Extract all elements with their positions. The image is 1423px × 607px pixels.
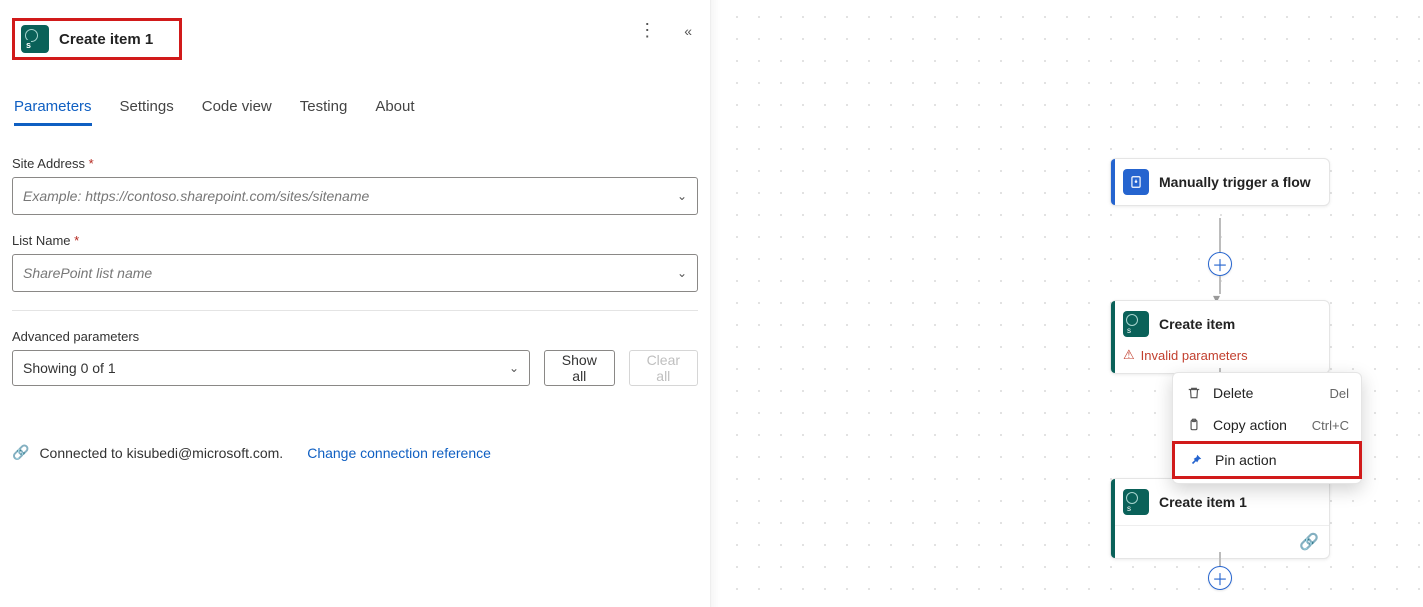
list-name-placeholder: SharePoint list name: [23, 265, 152, 281]
context-menu: Delete Del Copy action Ctrl+C Pin action: [1172, 372, 1362, 484]
action-config-panel: Create item 1 ⋮ « Parameters Settings Co…: [0, 0, 710, 607]
create-item-label: Create item: [1159, 316, 1235, 332]
chevron-down-icon: ⌄: [677, 266, 687, 280]
clipboard-icon: [1185, 418, 1203, 432]
sharepoint-icon: [1123, 311, 1149, 337]
list-name-input[interactable]: SharePoint list name ⌄: [12, 254, 698, 292]
connection-icon: 🔗: [1299, 532, 1319, 552]
divider: [12, 310, 698, 311]
collapse-panel-button[interactable]: «: [684, 23, 692, 39]
tab-parameters[interactable]: Parameters: [14, 98, 92, 126]
context-delete[interactable]: Delete Del: [1173, 377, 1361, 409]
create-item-1-label: Create item 1: [1159, 494, 1247, 510]
sharepoint-icon: [1123, 489, 1149, 515]
tab-settings[interactable]: Settings: [120, 98, 174, 126]
trash-icon: [1185, 386, 1203, 400]
site-address-input[interactable]: Example: https://contoso.sharepoint.com/…: [12, 177, 698, 215]
tab-strip: Parameters Settings Code view Testing Ab…: [12, 98, 698, 126]
tab-testing[interactable]: Testing: [300, 98, 348, 126]
add-action-button[interactable]: ＋: [1208, 566, 1232, 590]
clear-all-button: Clear all: [629, 350, 698, 386]
connector-line: [1219, 218, 1221, 252]
trigger-label: Manually trigger a flow: [1159, 174, 1311, 190]
tab-code-view[interactable]: Code view: [202, 98, 272, 126]
create-item-node[interactable]: Create item ⚠ Invalid parameters: [1110, 300, 1330, 374]
add-action-button[interactable]: ＋: [1208, 252, 1232, 276]
pin-icon: [1187, 453, 1205, 467]
tab-about[interactable]: About: [375, 98, 414, 126]
advanced-showing-text: Showing 0 of 1: [23, 360, 116, 376]
trigger-icon: [1123, 169, 1149, 195]
show-all-button[interactable]: Show all: [544, 350, 615, 386]
site-address-placeholder: Example: https://contoso.sharepoint.com/…: [23, 188, 369, 204]
advanced-parameters-select[interactable]: Showing 0 of 1 ⌄: [12, 350, 530, 386]
panel-title-highlight: Create item 1: [12, 18, 182, 60]
list-name-label: List Name *: [12, 233, 698, 248]
advanced-parameters-label: Advanced parameters: [12, 329, 698, 344]
more-menu-button[interactable]: ⋮: [638, 20, 656, 41]
connection-icon: 🔗: [12, 444, 29, 461]
connection-text: Connected to kisubedi@microsoft.com.: [39, 445, 283, 461]
panel-divider[interactable]: [710, 0, 720, 607]
site-address-label: Site Address *: [12, 156, 698, 171]
warning-icon: ⚠: [1123, 347, 1135, 363]
change-connection-link[interactable]: Change connection reference: [307, 445, 491, 461]
chevron-down-icon: ⌄: [677, 189, 687, 203]
chevron-down-icon: ⌄: [509, 361, 519, 375]
sharepoint-icon: [21, 25, 49, 53]
create-item-1-node[interactable]: Create item 1 🔗: [1110, 478, 1330, 559]
panel-title: Create item 1: [59, 31, 153, 48]
trigger-node[interactable]: Manually trigger a flow: [1110, 158, 1330, 206]
context-pin-highlight[interactable]: Pin action: [1172, 441, 1362, 479]
context-copy[interactable]: Copy action Ctrl+C: [1173, 409, 1361, 441]
error-text: Invalid parameters: [1141, 348, 1248, 363]
flow-canvas[interactable]: Manually trigger a flow ＋ ▾ Create item …: [720, 0, 1423, 607]
